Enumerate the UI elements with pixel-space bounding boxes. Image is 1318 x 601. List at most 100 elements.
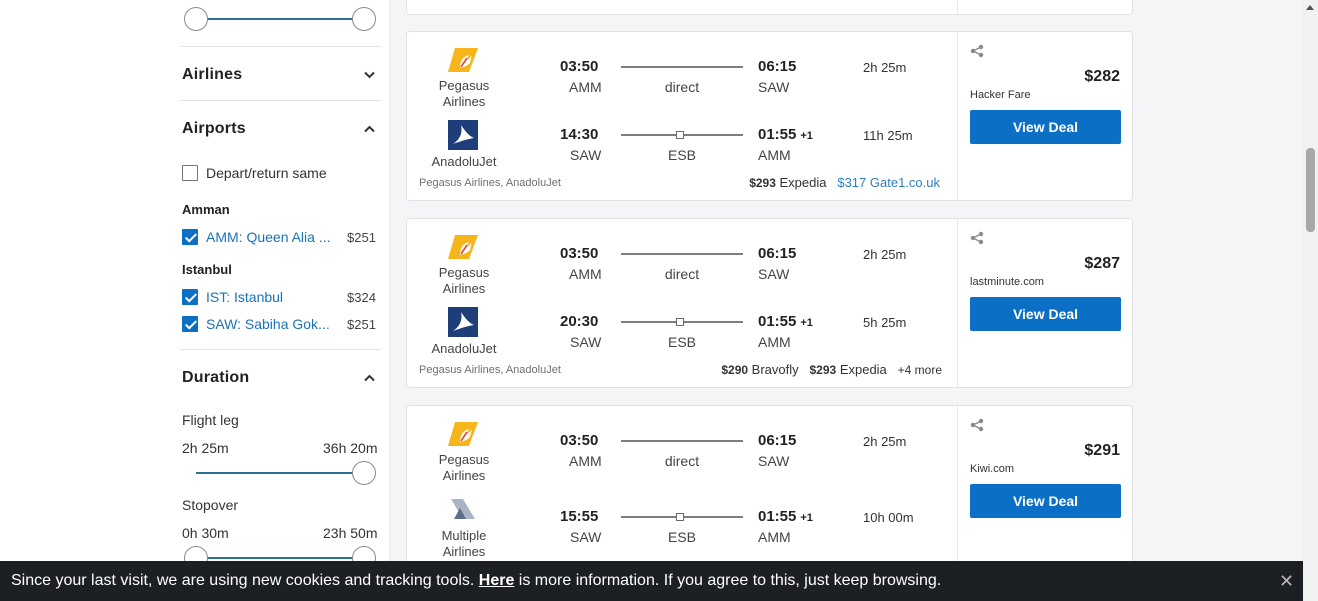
return-route-line: [621, 318, 743, 326]
deal-provider: lastminute.com: [970, 276, 1044, 288]
alternative-prices: $290 Bravofly $293 Expedia +4 more: [721, 362, 942, 377]
alt-price: $293: [749, 176, 776, 190]
airport-checkbox-amm[interactable]: [182, 229, 198, 245]
outbound-depart-code: AMM: [569, 79, 602, 95]
outbound-depart-time: 03:50: [560, 58, 599, 75]
divider: [180, 349, 381, 350]
airports-title: Airports: [182, 120, 246, 137]
alt-price-link[interactable]: $293 Expedia: [809, 362, 886, 377]
share-icon[interactable]: [969, 231, 985, 245]
stopover-slider-track[interactable]: [196, 557, 364, 559]
stopover-marker: [676, 131, 684, 139]
return-depart-code: SAW: [570, 334, 602, 350]
flight-leg-max: 36h 20m: [323, 440, 378, 456]
return-depart-time: 20:30: [560, 313, 599, 330]
cookie-info-link[interactable]: Here: [479, 572, 515, 589]
airport-checkbox-saw[interactable]: [182, 316, 198, 332]
outbound-arrive-time: 06:15: [758, 58, 797, 75]
return-depart-code: SAW: [570, 147, 602, 163]
deal-provider: Hacker Fare: [970, 89, 1031, 101]
scrollbar-thumb[interactable]: [1306, 148, 1315, 232]
airport-price-saw: $251: [347, 317, 376, 332]
operating-airlines: Pegasus Airlines, AnadoluJet: [419, 364, 561, 376]
share-icon[interactable]: [969, 44, 985, 58]
view-deal-button[interactable]: View Deal: [970, 297, 1121, 331]
close-icon[interactable]: ✕: [1279, 571, 1294, 592]
return-depart-code: SAW: [570, 529, 602, 545]
depart-return-same-label[interactable]: Depart/return same: [206, 165, 327, 181]
result-card[interactable]: Pegasus Airlines 03:50 AMM direct 06:15 …: [406, 405, 1133, 585]
plus-day: +1: [800, 130, 813, 142]
chevron-up-icon: [364, 374, 375, 382]
cookie-text-after: is more information. If you agree to thi…: [514, 572, 942, 589]
alt-price-site: Gate1.co.uk: [869, 175, 940, 190]
scroll-up-arrow-icon[interactable]: [1306, 5, 1314, 10]
outbound-stops: direct: [664, 453, 700, 469]
price-slider-track[interactable]: [196, 18, 364, 20]
alt-price-site: Bravofly: [751, 362, 799, 377]
airport-price-ist: $324: [347, 290, 376, 305]
cookie-banner: Since your last visit, we are using new …: [0, 561, 1303, 601]
outbound-depart-time: 03:50: [560, 245, 599, 262]
return-arrive-time: 01:55 +1: [758, 508, 813, 525]
airport-price-amm: $251: [347, 230, 376, 245]
return-arrive-code: AMM: [758, 147, 791, 163]
outbound-depart-code: AMM: [569, 266, 602, 282]
chevron-up-icon: [364, 125, 375, 133]
depart-return-same-checkbox[interactable]: [182, 165, 198, 181]
outbound-depart-code: AMM: [569, 453, 602, 469]
stopover-marker: [676, 318, 684, 326]
return-route-line: [621, 131, 743, 139]
flight-leg-slider-handle[interactable]: [352, 461, 376, 485]
outbound-route-line: [621, 253, 743, 255]
outbound-duration: 2h 25m: [863, 60, 907, 75]
outbound-arrive-time: 06:15: [758, 432, 797, 449]
view-deal-button[interactable]: View Deal: [970, 484, 1121, 518]
airport-filter-amm[interactable]: AMM: Queen Alia ...: [206, 229, 336, 245]
alt-price-site: Expedia: [839, 362, 887, 377]
view-deal-button[interactable]: View Deal: [970, 110, 1121, 144]
page-scrollbar[interactable]: [1303, 0, 1318, 601]
anadolujet-logo-icon: [448, 120, 478, 150]
deal-price: $291: [1084, 442, 1120, 459]
alt-price-link[interactable]: $317 Gate1.co.uk: [837, 175, 940, 190]
deal-price: $287: [1084, 255, 1120, 272]
alt-price-link[interactable]: $293 Expedia: [749, 175, 826, 190]
stopover-min: 0h 30m: [182, 525, 229, 541]
return-arrive-code: AMM: [758, 529, 791, 545]
alt-price: $317: [837, 175, 867, 190]
airport-checkbox-ist[interactable]: [182, 289, 198, 305]
cookie-message: Since your last visit, we are using new …: [11, 572, 941, 590]
outbound-airline-name: Pegasus Airlines: [438, 78, 490, 109]
alt-price: $290: [721, 363, 749, 377]
more-prices-link[interactable]: +4 more: [898, 363, 942, 377]
price-slider-min-handle[interactable]: [184, 7, 208, 31]
price-slider-max-handle[interactable]: [352, 7, 376, 31]
outbound-route-line: [621, 440, 743, 442]
outbound-arrive-code: SAW: [758, 453, 790, 469]
result-card[interactable]: Pegasus Airlines 03:50 AMM direct 06:15 …: [406, 31, 1133, 201]
previous-result-card[interactable]: [406, 0, 1133, 16]
return-route-line: [621, 513, 743, 521]
outbound-arrive-time: 06:15: [758, 245, 797, 262]
share-icon[interactable]: [969, 418, 985, 432]
chevron-down-icon: [364, 71, 375, 79]
pegasus-logo-icon: [448, 48, 478, 72]
city-label-istanbul: Istanbul: [182, 262, 232, 277]
operating-airlines: Pegasus Airlines, AnadoluJet: [419, 177, 561, 189]
alt-price-link[interactable]: $290 Bravofly: [721, 362, 798, 377]
flight-leg-slider-track[interactable]: [196, 472, 364, 474]
airport-filter-ist[interactable]: IST: Istanbul: [206, 289, 336, 305]
duration-title: Duration: [182, 369, 250, 386]
card-separator: [957, 219, 958, 387]
return-stops: ESB: [667, 334, 696, 350]
airport-filter-saw[interactable]: SAW: Sabiha Gok...: [206, 316, 336, 332]
alt-price: $293: [809, 363, 837, 377]
card-separator: [957, 32, 958, 200]
result-card[interactable]: Pegasus Airlines 03:50 AMM direct 06:15 …: [406, 218, 1133, 388]
return-stops: ESB: [667, 529, 696, 545]
stopover-max: 23h 50m: [323, 525, 378, 541]
return-duration: 5h 25m: [863, 315, 907, 330]
pegasus-logo-icon: [448, 235, 478, 259]
stopover-label: Stopover: [182, 497, 239, 513]
